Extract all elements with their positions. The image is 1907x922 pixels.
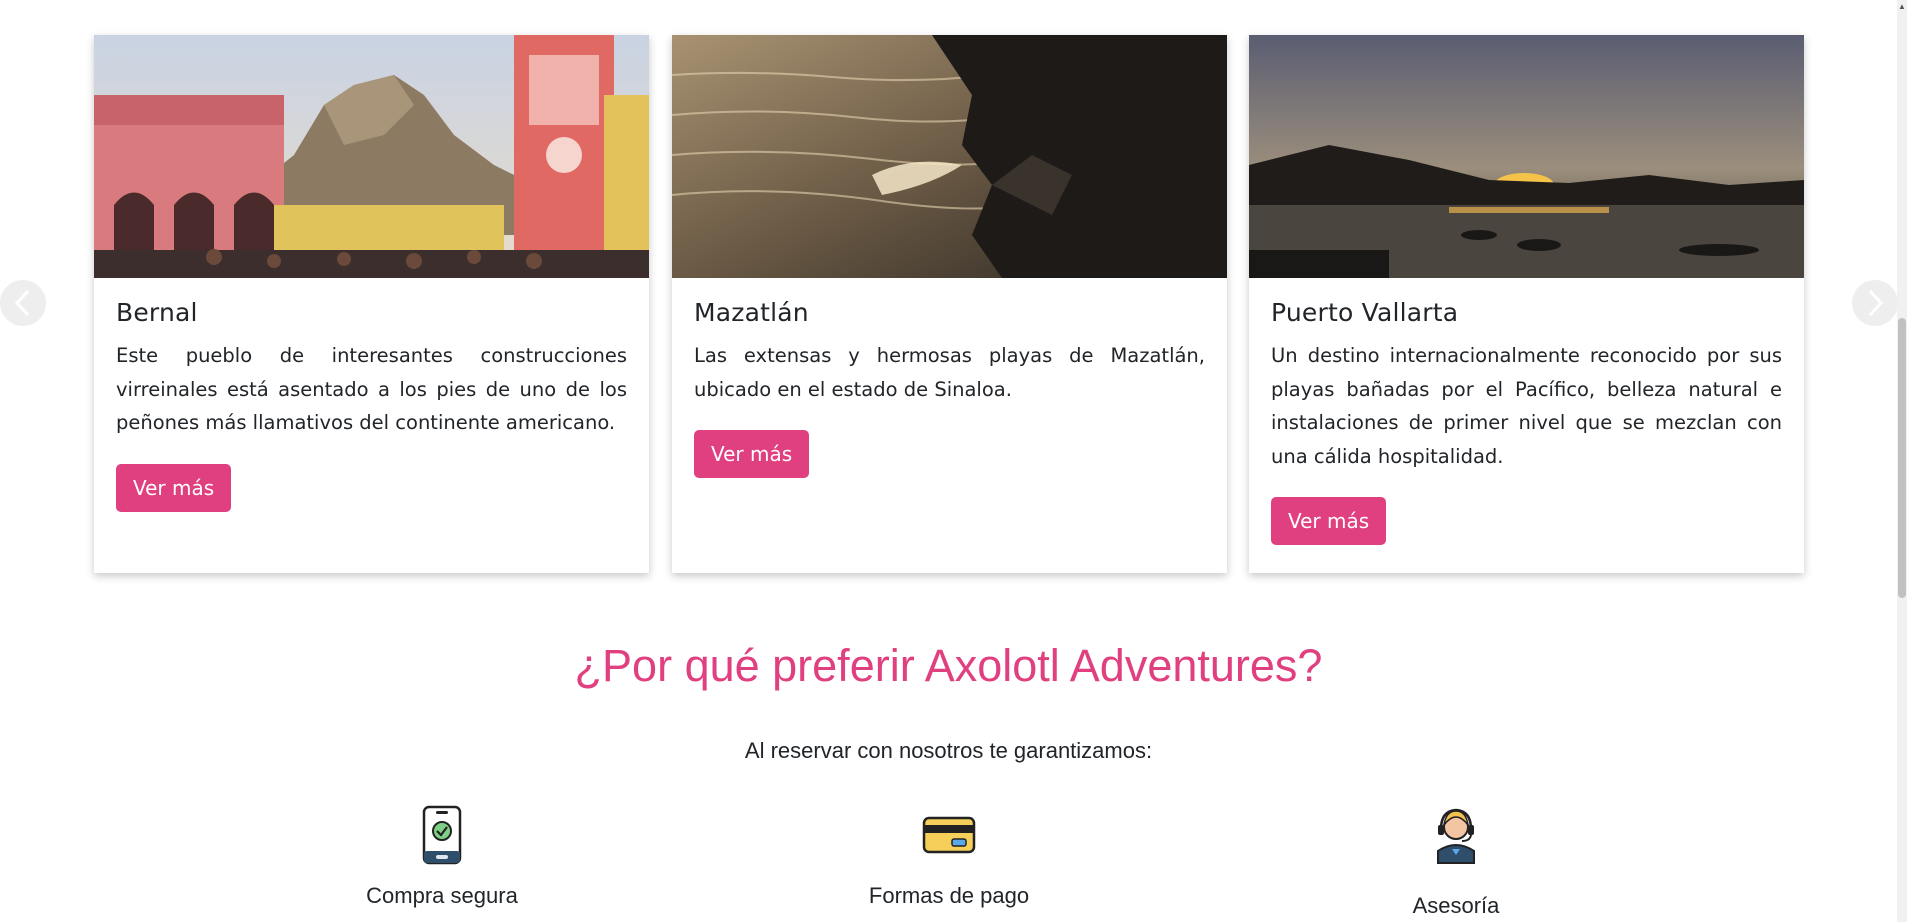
section-title: ¿Por qué preferir Axolotl Adventures? bbox=[574, 640, 1323, 691]
feature-label: Asesoría bbox=[1412, 893, 1500, 918]
card-description: Este pueblo de interesantes construccion… bbox=[116, 344, 627, 434]
support-agent-icon bbox=[1437, 808, 1475, 864]
destination-card-mazatlan: Mazatlán Las extensas y hermosas playas … bbox=[672, 35, 1227, 573]
puerto-vallarta-image bbox=[1249, 35, 1804, 278]
ver-mas-button[interactable]: Ver más bbox=[1271, 497, 1387, 545]
card-description: Un destino internacionalmente reconocido… bbox=[1271, 344, 1782, 468]
card-title: Mazatlán bbox=[694, 298, 809, 327]
secure-phone-icon bbox=[422, 805, 462, 865]
carousel-prev-button[interactable] bbox=[0, 280, 46, 326]
section-subtitle: Al reservar con nosotros te garantizamos… bbox=[744, 738, 1153, 763]
page-scrollbar[interactable]: ▲ bbox=[1897, 0, 1907, 922]
ver-mas-button[interactable]: Ver más bbox=[694, 430, 810, 478]
destination-card-bernal: Bernal Este pueblo de interesantes const… bbox=[94, 35, 649, 573]
mazatlan-image bbox=[672, 35, 1227, 278]
bernal-image bbox=[94, 35, 649, 278]
chevron-left-icon bbox=[14, 289, 30, 317]
card-title: Bernal bbox=[116, 298, 198, 327]
scroll-up-icon[interactable]: ▲ bbox=[1898, 2, 1906, 11]
page: Bernal Este pueblo de interesantes const… bbox=[0, 0, 1907, 922]
credit-card-icon bbox=[922, 816, 976, 854]
feature-label: Compra segura bbox=[366, 883, 518, 908]
chevron-right-icon bbox=[1868, 289, 1884, 317]
ver-mas-button[interactable]: Ver más bbox=[116, 463, 232, 512]
feature-label: Formas de pago bbox=[868, 883, 1030, 908]
scrollbar-thumb[interactable] bbox=[1898, 318, 1906, 598]
carousel-next-button[interactable] bbox=[1852, 280, 1898, 326]
feature-payment-methods: Formas de pago bbox=[799, 805, 1099, 909]
destination-card-puerto-vallarta: Puerto Vallarta Un destino internacional… bbox=[1249, 35, 1804, 573]
card-title: Puerto Vallarta bbox=[1271, 298, 1459, 327]
card-description: Las extensas y hermosas playas de Mazatl… bbox=[694, 344, 1205, 401]
feature-advice: Asesoría bbox=[1306, 805, 1606, 919]
feature-secure-purchase: Compra segura bbox=[292, 805, 592, 909]
